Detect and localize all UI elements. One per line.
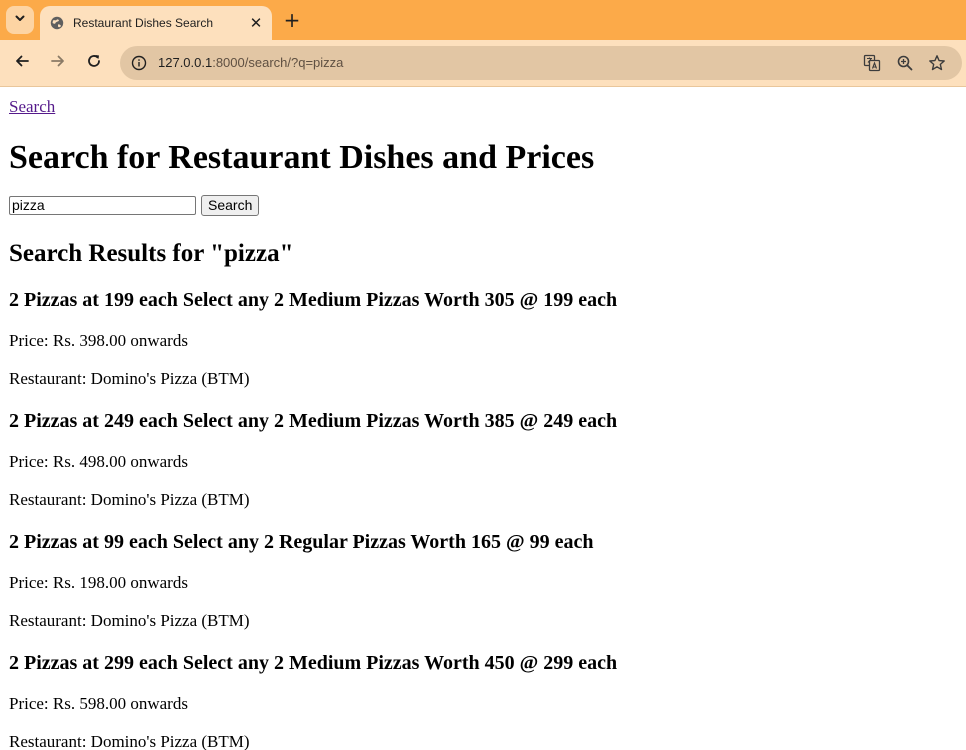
search-nav-link[interactable]: Search [9, 96, 55, 118]
result-item: 2 Pizzas at 249 each Select any 2 Medium… [9, 409, 957, 511]
translate-icon[interactable] [862, 53, 882, 73]
url-path: :8000/search/?q=pizza [212, 55, 344, 70]
reload-icon [86, 53, 102, 74]
forward-button[interactable] [44, 49, 72, 77]
dish-restaurant: Restaurant: Domino's Pizza (BTM) [9, 732, 250, 750]
result-item: 2 Pizzas at 99 each Select any 2 Regular… [9, 530, 957, 632]
page-content: Search Search for Restaurant Dishes and … [0, 87, 966, 750]
dish-restaurant: Restaurant: Domino's Pizza (BTM) [9, 611, 250, 630]
info-icon[interactable] [130, 54, 148, 72]
back-button[interactable] [8, 49, 36, 77]
tab-strip: Restaurant Dishes Search ✕ + [0, 0, 966, 40]
active-tab[interactable]: Restaurant Dishes Search ✕ [40, 6, 272, 40]
dish-restaurant: Restaurant: Domino's Pizza (BTM) [9, 369, 250, 388]
dish-restaurant: Restaurant: Domino's Pizza (BTM) [9, 490, 250, 509]
dish-price: Price: Rs. 398.00 onwards [9, 331, 188, 350]
search-form: Search [9, 194, 957, 216]
arrow-right-icon [50, 53, 66, 74]
toolbar: 127.0.0.1:8000/search/?q=pizza [0, 40, 966, 87]
url-host: 127.0.0.1 [158, 55, 213, 70]
dish-name: 2 Pizzas at 249 each Select any 2 Medium… [9, 410, 618, 432]
zoom-icon[interactable] [895, 53, 915, 73]
address-bar[interactable]: 127.0.0.1:8000/search/?q=pizza [120, 46, 962, 80]
dish-price: Price: Rs. 598.00 onwards [9, 694, 188, 713]
result-item: 2 Pizzas at 199 each Select any 2 Medium… [9, 288, 957, 390]
tab-search-button[interactable] [6, 6, 34, 34]
dish-name: 2 Pizzas at 99 each Select any 2 Regular… [9, 531, 594, 553]
globe-icon [50, 16, 64, 30]
dish-price: Price: Rs. 198.00 onwards [9, 573, 188, 592]
dish-name: 2 Pizzas at 199 each Select any 2 Medium… [9, 289, 618, 311]
arrow-left-icon [14, 53, 30, 74]
url-text[interactable]: 127.0.0.1:8000/search/?q=pizza [158, 55, 343, 70]
dish-name: 2 Pizzas at 299 each Select any 2 Medium… [9, 652, 618, 674]
search-button[interactable]: Search [201, 194, 260, 216]
result-item: 2 Pizzas at 299 each Select any 2 Medium… [9, 651, 957, 750]
star-icon[interactable] [927, 53, 947, 73]
chevron-down-icon [14, 11, 26, 29]
browser-window: Restaurant Dishes Search ✕ + 127.0.0.1:8… [0, 0, 966, 750]
reload-button[interactable] [80, 49, 108, 77]
page-title: Search for Restaurant Dishes and Prices [9, 139, 595, 176]
tab-title: Restaurant Dishes Search [73, 16, 214, 30]
search-input[interactable] [9, 195, 196, 215]
plus-icon[interactable]: + [280, 8, 304, 32]
dish-price: Price: Rs. 498.00 onwards [9, 452, 188, 471]
results-heading: Search Results for "pizza" [9, 240, 294, 267]
close-icon[interactable]: ✕ [246, 13, 266, 33]
